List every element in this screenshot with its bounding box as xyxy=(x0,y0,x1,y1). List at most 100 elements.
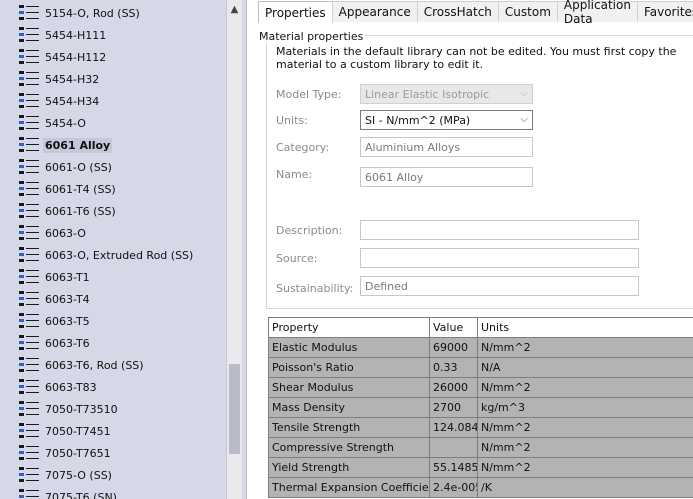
material-icon xyxy=(19,357,39,373)
tree-item[interactable]: 6063-O, Extruded Rod (SS) xyxy=(0,244,228,266)
material-icon xyxy=(19,445,39,461)
description-field[interactable] xyxy=(360,220,639,240)
property-table: Property Value Units Elastic Modulus 6900… xyxy=(268,317,693,498)
tree-item[interactable]: 6063-T83 xyxy=(0,376,228,398)
description-label: Description: xyxy=(276,224,343,237)
tab-appearance[interactable]: Appearance xyxy=(331,1,418,22)
cell-units: N/mm^2 xyxy=(477,377,693,398)
tree-item[interactable]: 5154-O, Rod (SS) xyxy=(0,2,228,24)
table-row[interactable]: Tensile Strength 124.084 N/mm^2 xyxy=(268,417,693,438)
tree-item[interactable]: 6063-T4 xyxy=(0,288,228,310)
units-label: Units: xyxy=(276,114,308,127)
header-property[interactable]: Property xyxy=(268,317,430,338)
table-row[interactable]: Mass Density 2700 kg/m^3 xyxy=(268,397,693,418)
source-field[interactable] xyxy=(360,248,639,268)
tree-item[interactable]: 6063-O xyxy=(0,222,228,244)
cell-units: N/mm^2 xyxy=(477,417,693,438)
material-icon xyxy=(19,49,39,65)
cell-value[interactable]: 69000 xyxy=(429,337,478,358)
tree-item[interactable]: 7050-T73510 xyxy=(0,398,228,420)
material-icon xyxy=(19,379,39,395)
tree-item-label: 6061-O (SS) xyxy=(45,160,112,174)
sustainability-field[interactable]: Defined xyxy=(360,276,639,296)
category-field[interactable]: Aluminium Alloys xyxy=(360,137,533,157)
cell-property: Tensile Strength xyxy=(268,417,430,438)
tree-item-label: 7050-T7451 xyxy=(45,424,111,438)
name-label: Name: xyxy=(276,168,313,181)
tree-item[interactable]: 6061-O (SS) xyxy=(0,156,228,178)
tree-item[interactable]: 5454-H34 xyxy=(0,90,228,112)
tab-custom[interactable]: Custom xyxy=(497,1,558,22)
tree-item-label: 6063-T1 xyxy=(45,270,90,284)
tree-item-label: 7050-T73510 xyxy=(45,402,118,416)
cell-value[interactable]: 124.084 xyxy=(429,417,478,438)
material-icon xyxy=(19,269,39,285)
cell-value[interactable]: 2700 xyxy=(429,397,478,418)
table-row[interactable]: Elastic Modulus 69000 N/mm^2 xyxy=(268,337,693,358)
source-label: Source: xyxy=(276,252,318,265)
tree-item[interactable]: 5454-H32 xyxy=(0,68,228,90)
material-tree: 5154-O, Rod (SS) 5454-H111 5454-H112 5454-H… xyxy=(0,0,247,499)
material-icon xyxy=(19,335,39,351)
chevron-up-icon[interactable]: ▲ xyxy=(227,0,242,18)
cell-property: Mass Density xyxy=(268,397,430,418)
tree-item[interactable]: 6063-T1 xyxy=(0,266,228,288)
tree-item[interactable]: 7075-O (SS) xyxy=(0,464,228,486)
cell-units: N/A xyxy=(477,357,693,378)
tree-item[interactable]: 6061 Alloy xyxy=(0,134,228,156)
material-icon xyxy=(19,423,39,439)
tree-item[interactable]: 6063-T5 xyxy=(0,310,228,332)
cell-value[interactable]: 0.33 xyxy=(429,357,478,378)
units-value: SI - N/mm^2 (MPa) xyxy=(365,114,471,127)
material-icon xyxy=(19,71,39,87)
material-icon xyxy=(19,225,39,241)
tree-item[interactable]: 5454-O xyxy=(0,112,228,134)
material-icon xyxy=(19,467,39,483)
tab-favorites[interactable]: Favorites xyxy=(636,1,693,22)
property-table-body: Elastic Modulus 69000 N/mm^2 Poisson's Rati… xyxy=(268,337,693,498)
table-row[interactable]: Poisson's Ratio 0.33 N/A xyxy=(268,357,693,378)
cell-value[interactable]: 26000 xyxy=(429,377,478,398)
cell-units: /K xyxy=(477,477,693,498)
tree-item-label: 5454-H112 xyxy=(45,50,107,64)
cell-units: N/mm^2 xyxy=(477,457,693,478)
cell-value[interactable] xyxy=(429,437,478,458)
tree-item[interactable]: 7075-T6 (SN) xyxy=(0,486,228,499)
tree-scrollbar[interactable]: ▲ xyxy=(226,0,242,499)
cell-value[interactable]: 55.1485 xyxy=(429,457,478,478)
tab-properties[interactable]: Properties xyxy=(258,1,333,23)
tree-item[interactable]: 5454-H112 xyxy=(0,46,228,68)
cell-units: N/mm^2 xyxy=(477,337,693,358)
model-type-select: Linear Elastic Isotropic ⌵ xyxy=(360,84,533,104)
tree-item[interactable]: 7050-T7651 xyxy=(0,442,228,464)
tree-item[interactable]: 6063-T6 xyxy=(0,332,228,354)
tree-item[interactable]: 5454-H111 xyxy=(0,24,228,46)
category-label: Category: xyxy=(276,141,330,154)
table-row[interactable]: Shear Modulus 26000 N/mm^2 xyxy=(268,377,693,398)
tree-item-label: 5154-O, Rod (SS) xyxy=(45,6,140,20)
tree-item[interactable]: 6061-T6 (SS) xyxy=(0,200,228,222)
header-value[interactable]: Value xyxy=(429,317,478,338)
cell-property: Compressive Strength xyxy=(268,437,430,458)
tree-item-label: 6063-T6, Rod (SS) xyxy=(45,358,144,372)
tab-crosshatch[interactable]: CrossHatch xyxy=(416,1,499,22)
scrollbar-thumb[interactable] xyxy=(229,364,240,454)
tree-item[interactable]: 6061-T4 (SS) xyxy=(0,178,228,200)
table-row[interactable]: Compressive Strength N/mm^2 xyxy=(268,437,693,458)
units-select[interactable]: SI - N/mm^2 (MPa) ⌵ xyxy=(360,110,533,130)
cell-units: kg/m^3 xyxy=(477,397,693,418)
material-icon xyxy=(19,489,39,499)
tree-item[interactable]: 6063-T6, Rod (SS) xyxy=(0,354,228,376)
tree-item-label: 6063-T6 xyxy=(45,336,90,350)
cell-property: Poisson's Ratio xyxy=(268,357,430,378)
table-row[interactable]: Yield Strength 55.1485 N/mm^2 xyxy=(268,457,693,478)
material-icon xyxy=(19,5,39,21)
cell-value[interactable]: 2.4e-005 xyxy=(429,477,478,498)
header-units[interactable]: Units xyxy=(477,317,693,338)
table-row[interactable]: Thermal Expansion Coefficient 2.4e-005/K xyxy=(268,477,693,498)
material-icon xyxy=(19,115,39,131)
tree-item[interactable]: 7050-T7451 xyxy=(0,420,228,442)
name-field[interactable]: 6061 Alloy xyxy=(360,167,533,187)
chevron-down-icon[interactable]: ⌵ xyxy=(520,114,528,125)
tab-application-data[interactable]: Application Data xyxy=(556,0,638,26)
